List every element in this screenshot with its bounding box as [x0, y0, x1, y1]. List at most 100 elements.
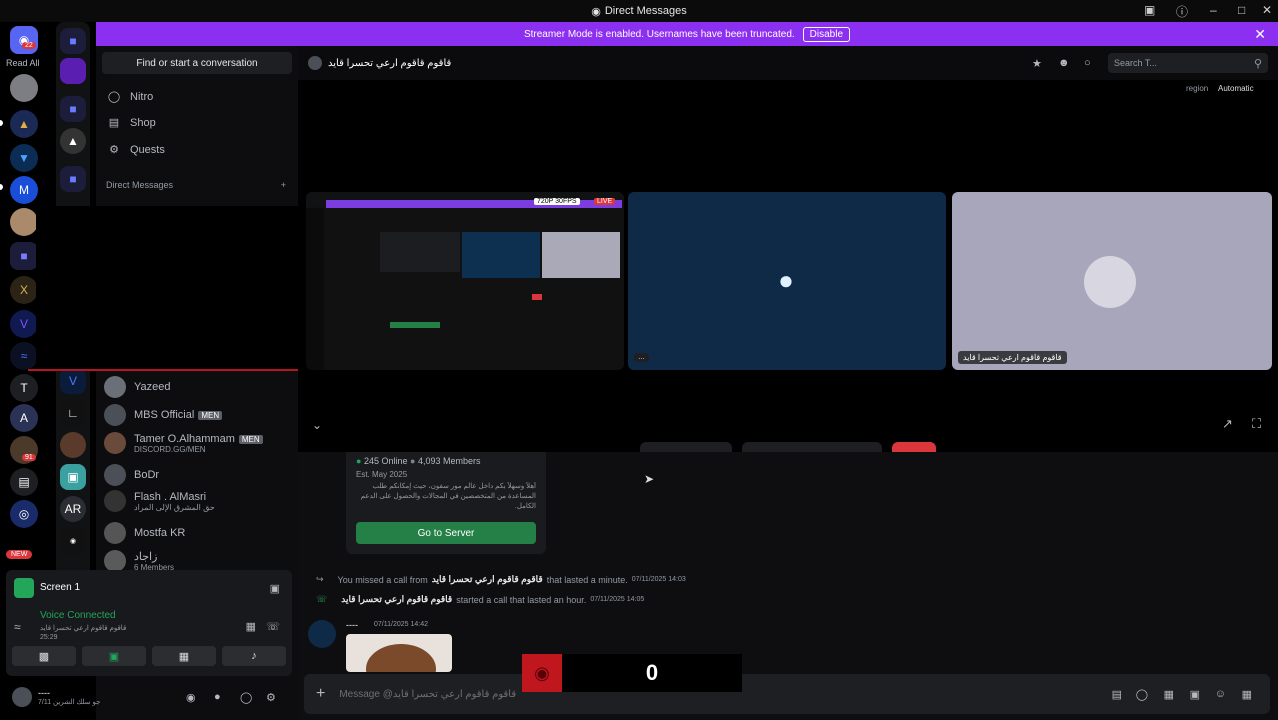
gif-icon[interactable]: ▦ [1164, 688, 1174, 701]
message-input[interactable]: + Message @قاقوم قاقوم ارعي تحسرا قايد ▤… [304, 674, 1270, 714]
popout-icon[interactable]: ↗ [1222, 416, 1233, 432]
server-icon[interactable]: X [10, 276, 38, 304]
gift-icon[interactable]: ▤ [1112, 688, 1122, 701]
help-icon[interactable]: ⓘ [1176, 3, 1188, 20]
noise-icon[interactable]: ▦ [246, 620, 256, 633]
server-icon[interactable]: V [60, 368, 86, 394]
add-attachment-icon[interactable]: + [316, 685, 325, 703]
counter-overlay: ◉ 0 [522, 654, 742, 692]
server-icon[interactable] [60, 432, 86, 458]
server-icon[interactable]: ▲ [10, 110, 38, 138]
emoji-icon[interactable]: ☺ [1215, 688, 1226, 700]
server-icon[interactable]: V [10, 310, 38, 338]
participant-tile[interactable]: ● … [628, 192, 946, 370]
gear-icon[interactable]: ⚙ [266, 691, 276, 704]
headphones-icon[interactable]: ◯ [240, 691, 252, 704]
participant-tile[interactable]: قاقوم قاقوم ارعي تحسرا قايد [952, 192, 1272, 370]
call-title: قاقوم قاقوم ارعي تحسرا قايد [328, 57, 452, 69]
cursor-icon: ➤ [644, 472, 655, 486]
server-icon[interactable]: ▲ [60, 128, 86, 154]
soundboard-button[interactable]: ♪ [222, 646, 286, 666]
server-icon[interactable]: M [10, 176, 38, 204]
avatar [1084, 256, 1136, 308]
region-select[interactable]: Automatic [1218, 84, 1254, 93]
server-icon[interactable]: ≈ [10, 342, 38, 370]
nav-shop[interactable]: ▤ Shop [106, 116, 156, 130]
server-icon[interactable]: ▼ [10, 144, 38, 172]
server-icon[interactable]: ◉ [60, 528, 86, 554]
signal-icon: ≈ [14, 620, 21, 634]
go-to-server-button[interactable]: Go to Server [356, 522, 536, 544]
server-icon[interactable]: ∟ [60, 400, 86, 426]
disable-button[interactable]: Disable [802, 26, 851, 42]
server-icon[interactable] [60, 58, 86, 84]
activities-button[interactable]: ▦ [152, 646, 216, 666]
dm-header: Direct Messages + [106, 180, 286, 190]
avatar[interactable] [308, 620, 336, 648]
server-t[interactable]: T [10, 374, 38, 402]
dm-item[interactable]: Flash . AlMasri حق المشرق الإلى المراد [104, 490, 215, 512]
gamepad-icon[interactable]: ◉ [186, 691, 196, 704]
avatar: ● [758, 256, 814, 304]
pin-icon[interactable]: ★ [1032, 57, 1042, 70]
folder-icon[interactable]: ■ [10, 242, 38, 270]
profile-icon[interactable]: ○ [1084, 57, 1091, 69]
streamer-mode-banner: Streamer Mode is enabled. Usernames have… [96, 22, 1278, 46]
minimize-button[interactable]: – [1210, 3, 1217, 17]
avatar [308, 56, 322, 70]
find-conversation-button[interactable]: Find or start a conversation [102, 52, 292, 74]
search-input[interactable]: Search T... ⚲ [1108, 53, 1268, 73]
camera-button[interactable]: ▩ [12, 646, 76, 666]
share-screen-button[interactable]: ▣ [82, 646, 146, 666]
home-button[interactable]: ◉ [10, 26, 38, 54]
nitro-icon[interactable]: ◯ [1136, 688, 1148, 701]
server-icon[interactable]: AR [60, 496, 86, 522]
sticker-icon[interactable]: ▣ [1190, 688, 1200, 701]
quests-icon: ⚙ [109, 144, 119, 156]
server-icon[interactable]: ▣ [60, 464, 86, 490]
missed-call-message: ↪ You missed a call from قاقوم قاقوم ارعي… [316, 574, 686, 585]
nav-quests[interactable]: ⚙ Quests [106, 143, 165, 157]
folder-icon[interactable]: ■ [60, 166, 86, 192]
avatar[interactable] [12, 687, 32, 707]
server-icon[interactable]: ▤ [10, 468, 38, 496]
apps-icon[interactable]: ▦ [1242, 688, 1252, 701]
folder-icon[interactable]: ■ [60, 28, 86, 54]
chevron-down-icon[interactable]: ⌄ [312, 418, 322, 432]
add-dm-icon[interactable]: + [281, 180, 286, 190]
popout-icon[interactable]: ▣ [270, 582, 280, 595]
server-icon[interactable] [10, 208, 38, 236]
folder-icon[interactable]: ■ [60, 96, 86, 122]
add-friend-icon[interactable]: ☻ [1058, 57, 1070, 69]
nav-nitro[interactable]: ◯ Nitro [106, 90, 153, 104]
quality-badge: 720P 30FPS [534, 198, 580, 205]
inbox-icon[interactable]: ▣ [1144, 3, 1155, 17]
server-icon[interactable] [10, 74, 38, 102]
dm-item[interactable]: زاجاد 6 Members [104, 550, 174, 572]
voice-panel: Screen 1 ▣ ≈ Voice Connected قاقوم قاقوم… [6, 570, 292, 676]
dm-item[interactable]: BoDr [104, 464, 159, 486]
fullscreen-icon[interactable]: ⛶ [1252, 416, 1261, 432]
message-image[interactable] [346, 634, 452, 672]
dm-item[interactable]: Yazeed [104, 376, 171, 398]
disconnect-icon[interactable]: ☏ [266, 620, 280, 633]
message-time: 07/11/2025 14:42 [374, 621, 428, 628]
started-call-message: ☏ قاقوم قاقوم ارعي تحسرا قايد started a c… [316, 594, 645, 605]
dm-item[interactable]: Mostfa KR [104, 522, 185, 544]
close-window-button[interactable]: ✕ [1262, 3, 1272, 17]
mention-badge: 91 [22, 454, 36, 461]
screen-share-icon [14, 578, 34, 598]
mic-icon[interactable]: ● [214, 691, 221, 703]
message-author[interactable]: ---- [346, 620, 358, 630]
close-icon[interactable]: ✕ [1254, 26, 1266, 43]
server-icon[interactable]: ◎ [10, 500, 38, 528]
stream-tile[interactable]: 720P 30FPS LIVE [306, 192, 624, 370]
dm-item[interactable]: MBS Official MEN [104, 404, 223, 426]
redacted-overlay [36, 206, 298, 371]
maximize-button[interactable]: □ [1238, 3, 1245, 17]
dm-item[interactable]: Tamer O.Alhammam MEN DISCORD.GG/MEN [104, 432, 263, 454]
read-all-button[interactable]: Read All [6, 58, 40, 68]
established: Est. May 2025 [356, 470, 408, 479]
nitro-icon: ◯ [107, 91, 121, 103]
server-icon[interactable]: A [10, 404, 38, 432]
